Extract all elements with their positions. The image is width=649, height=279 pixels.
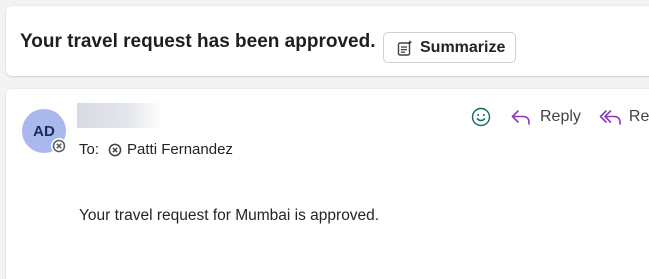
reply-button[interactable]: Reply bbox=[510, 108, 581, 126]
recipients-row: To: Patti Fernandez bbox=[79, 141, 233, 158]
subject-bar: Your travel request has been approved. S… bbox=[6, 6, 649, 76]
recipient-name[interactable]: Patti Fernandez bbox=[127, 141, 233, 158]
to-label: To: bbox=[79, 141, 100, 158]
reply-all-icon bbox=[599, 110, 621, 125]
reply-all-label: Rep bbox=[628, 108, 649, 125]
summarize-icon bbox=[397, 39, 413, 56]
reply-icon bbox=[511, 110, 530, 125]
presence-offline-icon bbox=[108, 143, 122, 156]
reply-all-button[interactable]: Rep bbox=[599, 108, 649, 126]
message-card: AD To: Patti Fernandez Reply Re Your tra… bbox=[6, 89, 649, 279]
avatar-initials: AD bbox=[33, 122, 55, 140]
message-actions: Reply Rep bbox=[470, 106, 649, 128]
summarize-label: Summarize bbox=[420, 38, 506, 56]
presence-offline-icon bbox=[51, 138, 67, 154]
message-body: Your travel request for Mumbai is approv… bbox=[79, 207, 380, 224]
smiley-icon bbox=[471, 107, 491, 127]
react-button[interactable] bbox=[470, 106, 492, 128]
reply-label: Reply bbox=[540, 108, 581, 125]
summarize-button[interactable]: Summarize bbox=[383, 32, 516, 63]
sender-name-redacted bbox=[77, 103, 162, 128]
message-subject: Your travel request has been approved. bbox=[20, 31, 376, 52]
